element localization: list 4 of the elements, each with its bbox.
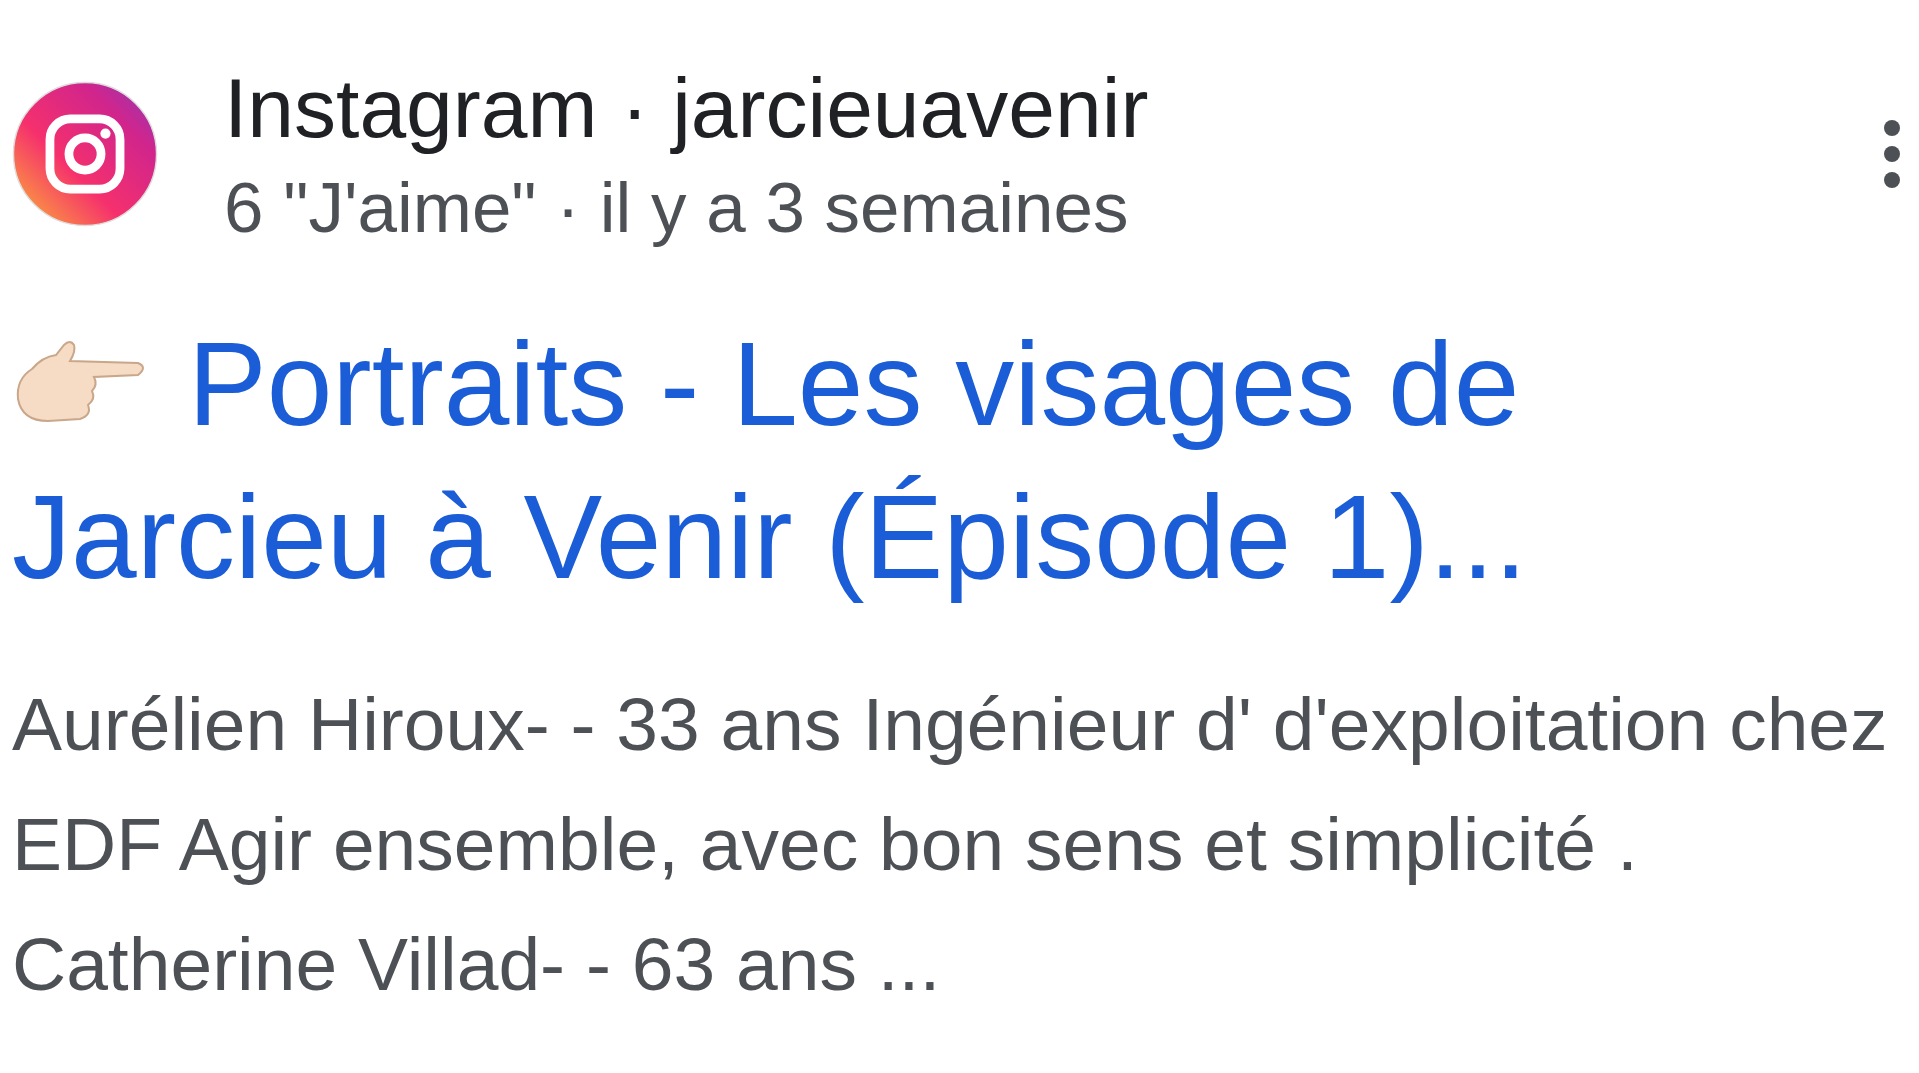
result-snippet: Aurélien Hiroux- - 33 ans Ingénieur d' d'exploitation chez EDF Agir ensemble, avec bon sens et simplicité . Catherine Villad- - 63 ans ... (12, 681, 1889, 1009)
source-name: Instagram · jarcieuavenir (224, 60, 1150, 157)
post-meta: 6 "J'aime" · il y a 3 semaines (224, 166, 1130, 249)
result-title-link[interactable]: Portraits - Les visages de Jarcieu à Venir (Épisode 1)... (12, 308, 1909, 615)
